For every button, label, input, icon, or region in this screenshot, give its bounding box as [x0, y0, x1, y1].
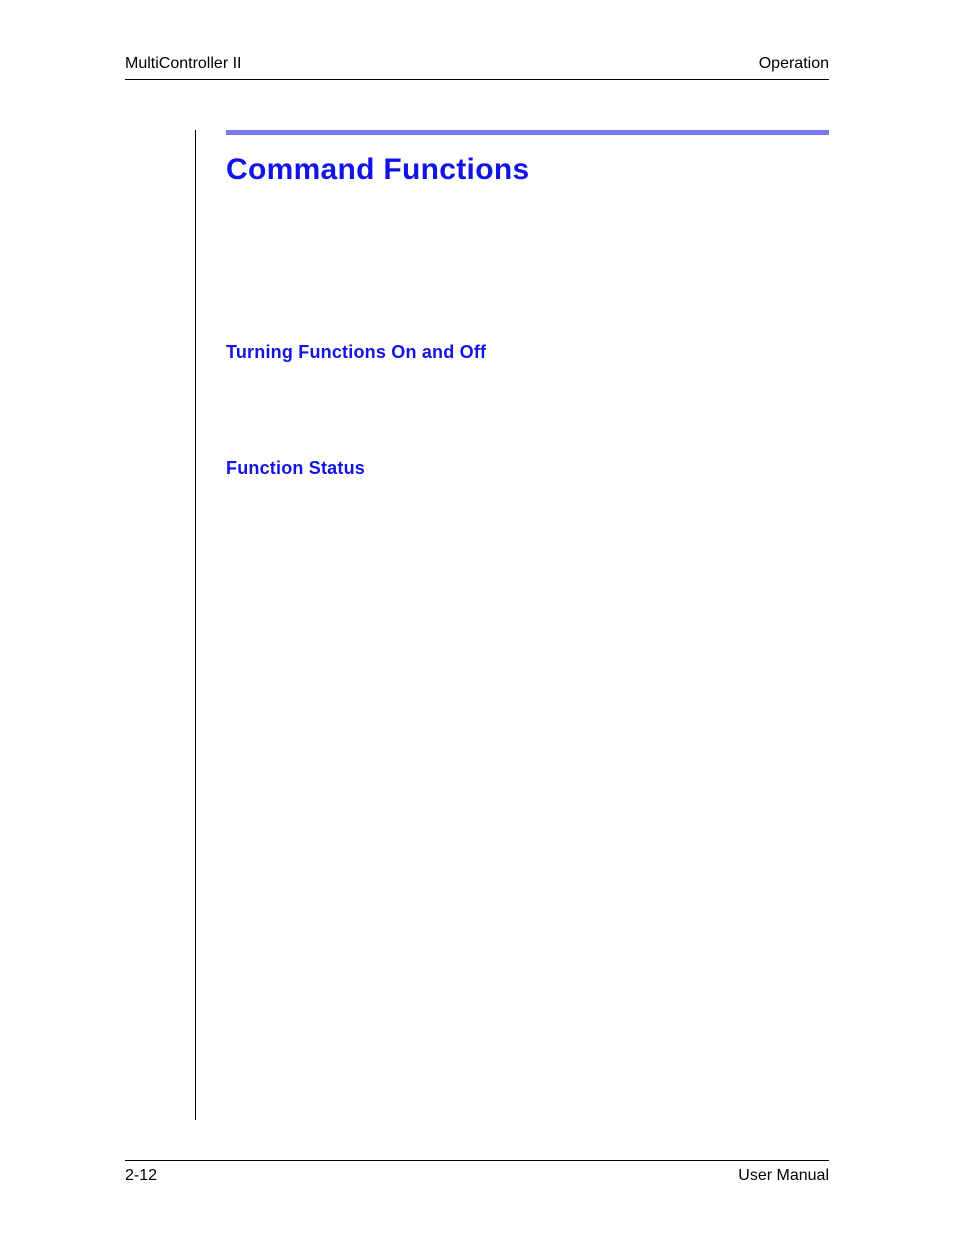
- subsection-heading: Turning Functions On and Off: [226, 342, 829, 363]
- header-right-text: Operation: [759, 55, 829, 73]
- document-page: MultiController II Operation Command Fun…: [0, 0, 954, 1235]
- section-rule: [226, 130, 829, 135]
- content-area: Command Functions Turning Functions On a…: [195, 130, 829, 1120]
- section-title: Command Functions: [226, 153, 829, 187]
- subsection-heading: Function Status: [226, 458, 829, 479]
- header-left-text: MultiController II: [125, 55, 241, 73]
- footer-right-text: User Manual: [738, 1167, 829, 1185]
- footer-page-number: 2-12: [125, 1167, 157, 1185]
- page-footer: 2-12 User Manual: [125, 1160, 829, 1185]
- page-header: MultiController II Operation: [125, 55, 829, 80]
